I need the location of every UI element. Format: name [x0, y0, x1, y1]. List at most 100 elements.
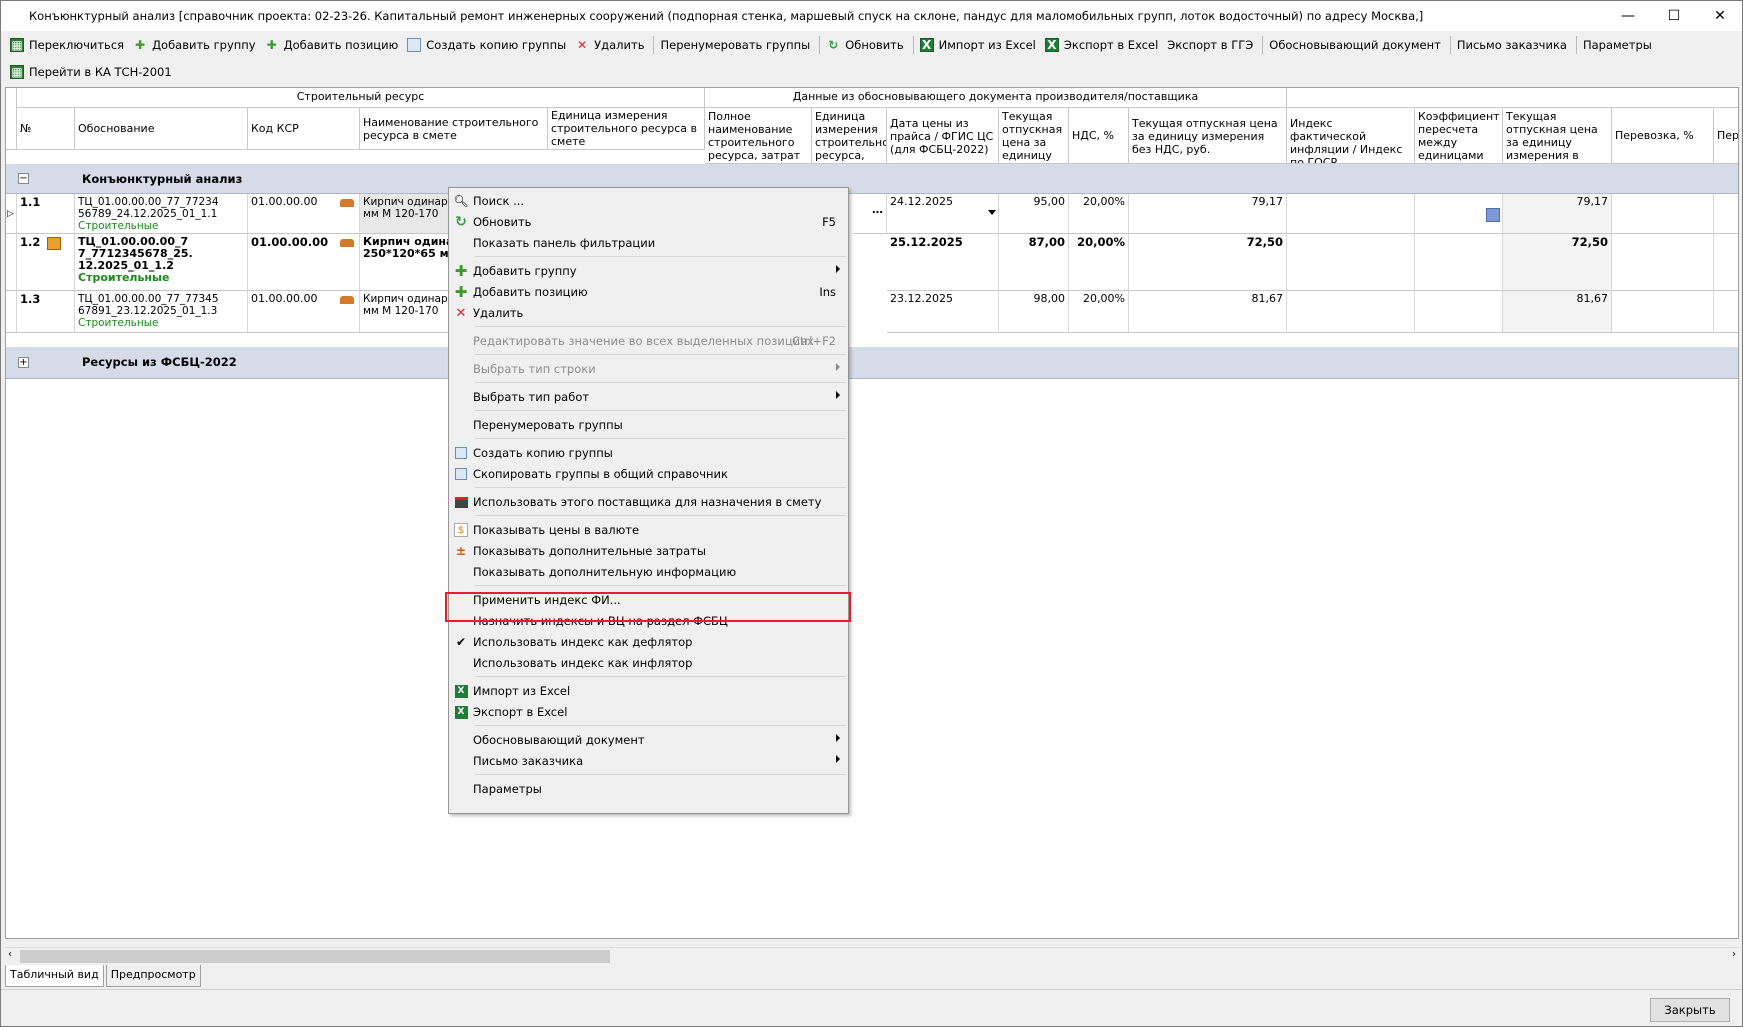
scroll-left-icon[interactable]: ‹ — [8, 949, 12, 960]
menu-item-search[interactable]: 🔍︎ Поиск ... — [449, 190, 848, 211]
menu-item-show-extra-costs[interactable]: ± Показывать дополнительные затраты — [449, 540, 848, 561]
cell-price[interactable]: 95,00 — [999, 194, 1069, 234]
scrollbar-thumb[interactable] — [20, 950, 610, 963]
minimize-button[interactable]: — — [1605, 1, 1651, 31]
calculator-icon[interactable] — [1486, 208, 1500, 222]
group-row-analysis[interactable]: − Конъюнктурный анализ — [6, 164, 1738, 194]
col-date[interactable]: Дата цены из прайса / ФГИС ЦС (для ФСБЦ-… — [887, 108, 999, 164]
col-name[interactable]: Наименование строительного ресурса в сме… — [360, 108, 548, 150]
cell-coef[interactable] — [1415, 194, 1503, 234]
delete-button[interactable]: ✕ Удалить — [572, 34, 650, 56]
cell-price-est[interactable]: 72,50 — [1503, 234, 1612, 291]
col-price-novat[interactable]: Текущая отпускная цена за единицу измере… — [1129, 108, 1287, 164]
menu-item-copy-group[interactable]: Создать копию группы — [449, 442, 848, 463]
cell-basis[interactable]: ТЦ_01.00.00.00_7 7_7712345678_25. 12.202… — [75, 234, 248, 291]
cell-price-novat[interactable]: 81,67 — [1129, 291, 1287, 333]
customer-letter-button[interactable]: Письмо заказчика — [1454, 34, 1573, 56]
cell-index[interactable] — [1287, 194, 1415, 234]
cell-extra[interactable] — [1714, 194, 1738, 234]
menu-item-copy-to-common[interactable]: Скопировать группы в общий справочник — [449, 463, 848, 484]
maximize-button[interactable]: ☐ — [1651, 1, 1697, 31]
params-button[interactable]: Параметры — [1580, 34, 1658, 56]
cell-transport[interactable] — [1612, 291, 1714, 333]
col-unit2[interactable]: Единица измерения строительног ресурса, — [812, 108, 887, 164]
cell-basis[interactable]: ТЦ_01.00.00.00_77_77234 56789_24.12.2025… — [75, 194, 248, 234]
cell-price-est[interactable]: 79,17 — [1503, 194, 1612, 234]
menu-item-use-supplier[interactable]: Использовать этого поставщика для назнач… — [449, 491, 848, 512]
close-window-button[interactable]: ✕ — [1697, 1, 1743, 31]
cell-extra[interactable] — [1714, 234, 1738, 291]
col-basis[interactable]: Обоснование — [75, 108, 248, 150]
cell-index[interactable] — [1287, 234, 1415, 291]
cell-price[interactable]: 87,00 — [999, 234, 1069, 291]
refresh-button[interactable]: ↻ Обновить — [823, 34, 909, 56]
import-excel-button[interactable]: X Импорт из Excel — [917, 34, 1042, 56]
expand-icon[interactable]: + — [18, 357, 29, 368]
cell-coef[interactable] — [1415, 291, 1503, 333]
cell-ksr[interactable]: 01.00.00.00 — [248, 194, 360, 234]
collapse-icon[interactable]: − — [18, 173, 29, 184]
cell-date[interactable]: 25.12.2025 — [887, 234, 999, 291]
add-position-button[interactable]: ✚ Добавить позицию — [262, 34, 405, 56]
cell-vat[interactable]: 20,00% — [1069, 234, 1129, 291]
cell-name[interactable]: Кирпич одинарн мм М 120-170 — [360, 291, 458, 333]
menu-item-customer-letter[interactable]: Письмо заказчика — [449, 750, 848, 771]
group-row-fsbc[interactable]: + Ресурсы из ФСБЦ-2022 — [6, 347, 1738, 379]
export-excel-button[interactable]: X Экспорт в Excel — [1042, 34, 1164, 56]
menu-item-export-excel[interactable]: X Экспорт в Excel — [449, 701, 848, 722]
col-price-est[interactable]: Текущая отпускная цена за единицу измере… — [1503, 108, 1612, 164]
col-index[interactable]: Индекс фактической инфляции / Индекс по … — [1287, 108, 1415, 164]
cell-name[interactable]: Кирпич одинарн мм М 120-170 — [360, 194, 458, 234]
tab-table-view[interactable]: Табличный вид — [5, 965, 104, 987]
cell-ksr[interactable]: 01.00.00.00 — [248, 291, 360, 333]
menu-item-use-deflator[interactable]: ✔ Использовать индекс как дефлятор — [449, 631, 848, 652]
close-button[interactable]: Закрыть — [1650, 998, 1730, 1022]
col-transport[interactable]: Перевозка, % — [1612, 108, 1714, 164]
cell-index[interactable] — [1287, 291, 1415, 333]
col-price[interactable]: Текущая отпускная цена за единицу — [999, 108, 1069, 164]
cell-price-novat[interactable]: 79,17 — [1129, 194, 1287, 234]
cell-vat[interactable]: 20,00% — [1069, 291, 1129, 333]
copy-group-button[interactable]: Создать копию группы — [404, 34, 572, 56]
menu-item-work-type[interactable]: Выбрать тип работ — [449, 386, 848, 407]
menu-item-renumber[interactable]: Перенумеровать группы — [449, 414, 848, 435]
renumber-button[interactable]: Перенумеровать группы — [657, 34, 816, 56]
col-unit[interactable]: Единица измерения строительного ресурса … — [548, 108, 705, 150]
chevron-down-icon[interactable] — [988, 210, 996, 215]
cell-basis[interactable]: ТЦ_01.00.00.00_77_77345 67891_23.12.2025… — [75, 291, 248, 333]
cell-date[interactable]: 23.12.2025 — [887, 291, 999, 333]
cell-price-novat[interactable]: 72,50 — [1129, 234, 1287, 291]
cell-price-est[interactable]: 81,67 — [1503, 291, 1612, 333]
menu-item-add-group[interactable]: ✚ Добавить группу — [449, 260, 848, 281]
cell-date[interactable]: 24.12.2025 — [887, 194, 999, 234]
ellipsis-button[interactable]: … — [853, 194, 887, 234]
col-coef[interactable]: Коэффициент пересчета между единицами — [1415, 108, 1503, 164]
menu-item-delete[interactable]: ✕ Удалить — [449, 302, 848, 323]
go-tsn-button[interactable]: ▦ Перейти в КА ТСН-2001 — [7, 61, 178, 83]
menu-item-refresh[interactable]: ↻ Обновить F5 — [449, 211, 848, 232]
cell-coef[interactable] — [1415, 234, 1503, 291]
cell-vat[interactable]: 20,00% — [1069, 194, 1129, 234]
cell-extra[interactable] — [1714, 291, 1738, 333]
add-group-button[interactable]: ✚ Добавить группу — [130, 34, 262, 56]
tab-preview[interactable]: Предпросмотр — [105, 965, 201, 987]
col-num[interactable]: № — [17, 108, 75, 150]
menu-item-params[interactable]: Параметры — [449, 778, 848, 799]
col-fullname[interactable]: Полное наименование строительного ресурс… — [705, 108, 812, 164]
export-gge-button[interactable]: Экспорт в ГГЭ — [1164, 34, 1259, 56]
switch-button[interactable]: ▦ Переключиться — [7, 34, 130, 56]
cell-transport[interactable] — [1612, 194, 1714, 234]
cell-ksr[interactable]: 01.00.00.00 — [248, 234, 360, 291]
menu-item-show-extra-info[interactable]: Показывать дополнительную информацию — [449, 561, 848, 582]
justifying-doc-button[interactable]: Обосновывающий документ — [1266, 34, 1447, 56]
cell-price[interactable]: 98,00 — [999, 291, 1069, 333]
horizontal-scrollbar[interactable]: ‹ › — [5, 947, 1739, 964]
menu-item-filter-panel[interactable]: Показать панель фильтрации — [449, 232, 848, 253]
col-vat[interactable]: НДС, % — [1069, 108, 1129, 164]
col-ksr[interactable]: Код КСР — [248, 108, 360, 150]
menu-item-show-currency[interactable]: $ Показывать цены в валюте — [449, 519, 848, 540]
col-extra[interactable]: Пере — [1714, 108, 1738, 164]
menu-item-use-inflator[interactable]: Использовать индекс как инфлятор — [449, 652, 848, 673]
menu-item-import-excel[interactable]: X Импорт из Excel — [449, 680, 848, 701]
menu-item-add-position[interactable]: ✚ Добавить позицию Ins — [449, 281, 848, 302]
